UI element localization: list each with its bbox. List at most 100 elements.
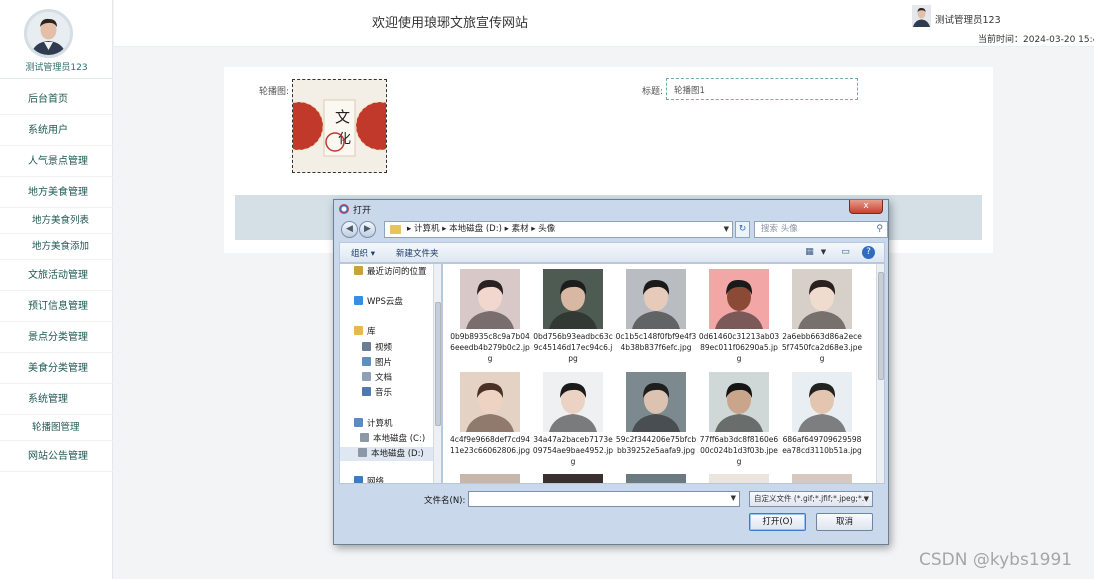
file-item[interactable]: 0c1b5c148f0fbf9e4f34b38b837f6efc.jpg [615,269,697,353]
chrome-icon [339,204,349,214]
forward-button[interactable]: ▶ [359,221,376,238]
video-icon [362,342,371,351]
new-folder-button[interactable]: 新建文件夹 [396,247,439,259]
sidebar-menu: 后台首页 系统用户 人气景点管理 地方美食管理 地方美食列表 地方美食添加 文旅活动管理 预订… [0,84,113,472]
preview-pane-icon[interactable]: ▭ [839,246,852,259]
sidebar: 测试管理员123 后台首页 系统用户 人气景点管理 地方美食管理 地方美食列表 地方美食添… [0,0,113,579]
nav-item[interactable]: WPS云盘 [340,295,436,309]
sidebar-menu-item[interactable]: 后台首页 [0,84,113,115]
nav-item[interactable]: 计算机 [340,417,436,431]
file-thumbnail [460,372,520,432]
nav-item[interactable]: 本地磁盘 (C:) [340,432,436,446]
address-dropdown-icon[interactable]: ▼ [724,222,729,237]
folder-icon [390,225,401,234]
header-avatar[interactable] [912,5,931,27]
file-item[interactable]: 686af649709629598ea78cd3110b51a.jpg [781,372,863,456]
help-icon[interactable]: ? [862,246,875,259]
file-item[interactable]: 34a47a2baceb7173e09754ae9bae4952.jpg [532,372,614,467]
sidebar-menu-item[interactable]: 网站公告管理 [0,441,113,472]
file-item[interactable]: 2a6ebb663d86a2ece5f7450fca2d68e3.jpeg [781,269,863,364]
nav-scroll-thumb[interactable] [435,302,441,426]
file-open-dialog: 打开 x ◀ ▶ ▸ 计算机 ▸ 本地磁盘 (D:) ▸ 素材 ▸ 头像 ▼ ↻… [333,199,889,545]
title-input[interactable]: 轮播图1 [666,78,858,100]
file-item[interactable]: 0bd756b93eadbc63c9c45146d17ec94c6.jpg [532,269,614,364]
image-label: 轮播图: [259,87,290,97]
picture-icon [362,357,371,366]
file-item[interactable] [781,474,863,483]
network-icon [354,476,363,483]
nav-item[interactable]: 音乐 [340,386,436,400]
address-bar[interactable]: ▸ 计算机 ▸ 本地磁盘 (D:) ▸ 素材 ▸ 头像 ▼ [384,221,733,238]
nav-item[interactable]: 本地磁盘 (D:) [340,447,436,461]
sidebar-menu-item[interactable]: 系统管理 [0,384,113,415]
nav-item-label: 计算机 [367,419,393,429]
back-button[interactable]: ◀ [341,221,358,238]
sidebar-menu-item[interactable]: 轮播图管理 [0,415,113,441]
file-item[interactable]: 0b9b8935c8c9a7b046eeedb4b279b0c2.jpg [449,269,531,364]
computer-icon [354,418,363,427]
file-name-label: 文件名(N): [424,496,466,506]
nav-item-label: 音乐 [375,388,393,398]
file-name-input[interactable]: ▼ [468,491,740,507]
file-item[interactable] [698,474,780,483]
file-thumbnail [543,372,603,432]
file-item[interactable] [449,474,531,483]
open-button[interactable]: 打开(O) [749,513,806,531]
sidebar-menu-item[interactable]: 地方美食管理 [0,177,113,208]
sidebar-menu-item[interactable]: 人气景点管理 [0,146,113,177]
nav-scrollbar[interactable] [433,264,441,483]
admin-avatar[interactable] [24,9,73,58]
cancel-button[interactable]: 取消 [816,513,873,531]
files-scroll-thumb[interactable] [878,272,884,380]
nav-item[interactable]: 视频 [340,341,436,355]
nav-item-label: 文档 [375,373,393,383]
close-button[interactable]: x [849,200,883,214]
sidebar-menu-item[interactable]: 美食分类管理 [0,353,113,384]
file-item[interactable]: 59c2f344206e75bfcbbb39252e5aafa9.jpg [615,372,697,456]
address-crumb[interactable]: 素材 [512,224,529,234]
sidebar-menu-item[interactable]: 景点分类管理 [0,322,113,353]
sidebar-menu-item[interactable]: 预订信息管理 [0,291,113,322]
nav-item[interactable]: 图片 [340,356,436,370]
file-item[interactable] [615,474,697,483]
file-name-dropdown-icon[interactable]: ▼ [731,494,736,502]
file-type-select[interactable]: 自定义文件 (*.gif;*.jfif;*.jpeg;*. ▼ [749,491,873,507]
nav-item[interactable]: 库 [340,325,436,339]
view-options-icon[interactable]: ▦ [803,246,816,259]
sidebar-menu-item[interactable]: 系统用户 [0,115,113,146]
address-crumb[interactable]: 头像 [538,224,555,234]
title-label: 标题: [642,87,664,97]
disk-icon [360,433,369,442]
organize-menu[interactable]: 组织 ▾ [351,247,375,259]
sidebar-menu-item[interactable]: 地方美食添加 [0,234,113,260]
music-icon [362,387,371,396]
forward-arrow-icon: ▶ [364,224,371,234]
file-item[interactable]: 4c4f9e9668def7cd9411e23c66062806.jpg [449,372,531,456]
files-scrollbar[interactable] [876,264,884,483]
file-thumbnail [792,474,852,483]
search-box[interactable]: 搜索 头像 ⚲ [754,221,888,238]
navigation-row: ◀ ▶ ▸ 计算机 ▸ 本地磁盘 (D:) ▸ 素材 ▸ 头像 ▼ ↻ 搜索 头… [339,220,888,239]
site-title: 欢迎使用琅琊文旅宣传网站 [372,16,529,31]
file-item[interactable]: 77ff6ab3dc8f8160e600c024b1d3f03b.jpeg [698,372,780,467]
navigation-pane: 最近访问的位置 WPS云盘库视频 图片文档音乐计算机本地磁盘 (C:) 本地磁盘 (D… [339,263,442,484]
file-thumbnail [709,474,769,483]
file-item[interactable] [532,474,614,483]
refresh-button[interactable]: ↻ [735,221,750,238]
carousel-image-upload[interactable]: 文 化 [292,79,387,173]
address-crumb[interactable]: 本地磁盘 (D:) [449,224,502,234]
file-name: 4c4f9e9668def7cd9411e23c66062806.jpg [450,435,530,455]
top-header: 欢迎使用琅琊文旅宣传网站 测试管理员123 当前时间：2024-03-20 15… [114,0,1094,47]
nav-item[interactable]: 网络 [340,475,436,483]
file-name: 0c1b5c148f0fbf9e4f34b38b837f6efc.jpg [615,332,697,352]
sidebar-menu-item[interactable]: 文旅活动管理 [0,260,113,291]
address-crumb[interactable]: 计算机 [414,224,440,234]
header-username[interactable]: 测试管理员123 [935,12,1001,26]
nav-item[interactable]: 文档 [340,371,436,385]
file-name: 2a6ebb663d86a2ece5f7450fca2d68e3.jpeg [781,332,863,363]
file-thumbnail [626,474,686,483]
file-item[interactable]: 0d61460c31213ab0389ec011f06290a5.jpg [698,269,780,364]
view-dropdown-icon[interactable]: ▼ [817,246,830,259]
sidebar-menu-item[interactable]: 地方美食列表 [0,208,113,234]
nav-item[interactable]: 最近访问的位置 [340,265,436,279]
